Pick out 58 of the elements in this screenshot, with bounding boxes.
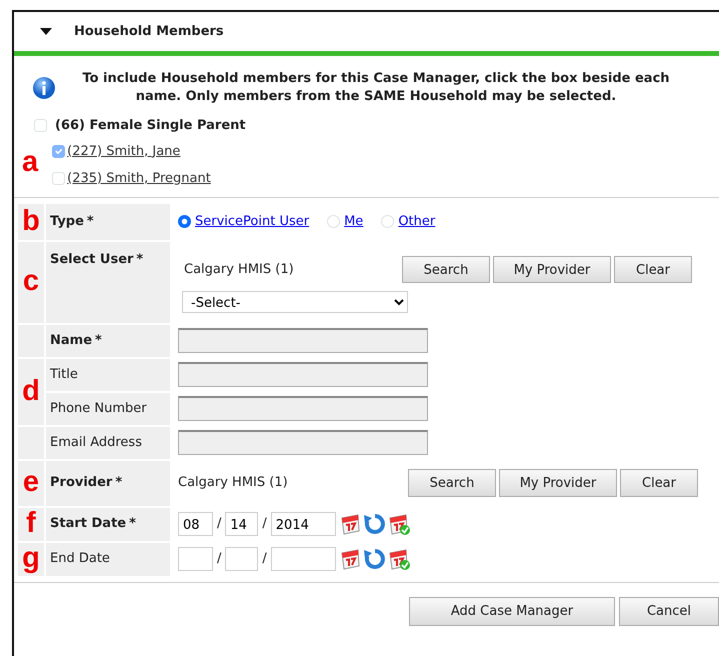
action-button[interactable]: Clear: [614, 256, 692, 283]
action-button[interactable]: Search: [402, 256, 490, 283]
radio-link[interactable]: Me: [344, 212, 364, 232]
marker-letter: d: [22, 374, 40, 407]
required-asterisk: *: [115, 475, 122, 490]
date-field[interactable]: [178, 547, 213, 571]
action-button[interactable]: My Provider: [493, 256, 611, 283]
field-label: Email Address: [50, 434, 142, 450]
household-checkbox[interactable]: [34, 119, 47, 132]
date-field[interactable]: 2014: [270, 512, 336, 536]
action-button[interactable]: Search: [408, 469, 496, 497]
action-button[interactable]: Clear: [620, 469, 698, 497]
info-message: To include Household members for this Case Manager, click the box beside each name. Only members from the SAME Household may be selected.: [81, 70, 671, 106]
caret-icon[interactable]: [40, 28, 52, 35]
action-button[interactable]: My Provider: [499, 469, 617, 497]
field-label: Phone Number: [50, 400, 147, 416]
field-label: Start Date: [50, 516, 126, 532]
calendar-check-icon[interactable]: [386, 547, 411, 571]
select-dropdown[interactable]: -Select-: [182, 291, 408, 313]
required-asterisk: *: [129, 516, 136, 532]
marker-letter: e: [22, 466, 40, 498]
date-separator: /: [262, 550, 267, 568]
household-label: (66) Female Single Parent: [55, 117, 246, 135]
date-separator: /: [217, 550, 222, 568]
field-label: End Date: [50, 551, 110, 566]
required-asterisk: *: [95, 332, 102, 348]
provider-name: Calgary HMIS (1): [183, 260, 295, 278]
refresh-icon[interactable]: [362, 547, 387, 571]
required-asterisk: *: [136, 252, 144, 266]
radio-button[interactable]: [178, 215, 191, 228]
field-label: Title: [50, 366, 78, 382]
info-icon: [32, 76, 56, 100]
date-separator: /: [217, 515, 222, 534]
date-field[interactable]: [225, 547, 258, 571]
marker-letter: f: [26, 507, 36, 540]
date-field[interactable]: 14: [225, 512, 258, 536]
radio-link[interactable]: ServicePoint User: [195, 212, 310, 232]
date-field[interactable]: 08: [178, 512, 213, 536]
provider-name: Calgary HMIS (1): [178, 474, 289, 492]
marker-letter: g: [22, 542, 40, 574]
field-label: Name: [50, 332, 92, 348]
marker-letter: b: [22, 204, 40, 237]
marker-letter: a: [22, 148, 38, 176]
required-asterisk: *: [86, 214, 94, 229]
footer-button[interactable]: Cancel: [619, 596, 719, 626]
footer-button[interactable]: Add Case Manager: [409, 596, 615, 626]
field-label: Type: [50, 214, 84, 229]
radio-link[interactable]: Other: [398, 212, 436, 232]
marker-letter: c: [22, 265, 40, 298]
calendar-check-icon[interactable]: [386, 512, 411, 536]
date-field[interactable]: [270, 547, 336, 571]
field-label: Select User: [50, 252, 134, 266]
refresh-icon[interactable]: [362, 512, 387, 536]
panel-title: Household Members: [74, 22, 224, 41]
member-checkbox[interactable]: [52, 172, 66, 186]
field-label: Provider: [50, 475, 112, 490]
member-link[interactable]: (235) Smith, Pregnant: [67, 169, 211, 188]
date-separator: /: [262, 515, 267, 534]
